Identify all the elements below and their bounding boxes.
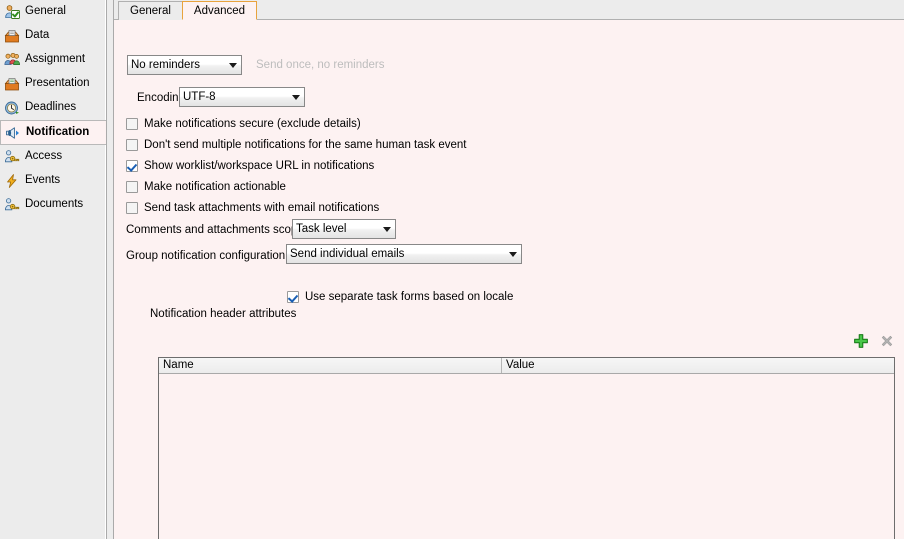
checkbox-row-no-multiple[interactable]: Don't send multiple notifications for th… — [126, 134, 466, 155]
checkbox-row-show-url[interactable]: Show worklist/workspace URL in notificat… — [126, 155, 466, 176]
encoding-value: UTF-8 — [183, 91, 216, 103]
column-header-value[interactable]: Value — [502, 358, 894, 373]
reminders-combo[interactable]: No reminders — [127, 55, 242, 75]
checkbox-label: Don't send multiple notifications for th… — [144, 138, 467, 151]
tab-general[interactable]: General — [118, 1, 183, 20]
advanced-panel: No reminders Send once, no reminders Enc… — [114, 20, 904, 539]
sidebar-item-data[interactable]: Data — [0, 24, 105, 48]
open-box-icon — [4, 28, 20, 44]
comments-scope-value: Task level — [296, 223, 347, 235]
group-notification-label: Group notification configuration: — [126, 250, 289, 262]
make-notification-actionable-checkbox[interactable] — [126, 180, 138, 193]
sidebar-item-label: Events — [25, 174, 61, 187]
send-task-attachments-checkbox[interactable] — [126, 201, 138, 214]
user-key-icon — [4, 149, 20, 165]
table-header-row: Name Value — [159, 358, 894, 374]
sidebar-item-label: Documents — [25, 198, 84, 211]
checkbox-row-attachments[interactable]: Send task attachments with email notific… — [126, 197, 466, 218]
sidebar-item-deadlines[interactable]: Deadlines — [0, 96, 105, 120]
clock-icon — [4, 100, 20, 116]
chevron-down-icon — [509, 251, 517, 257]
reminders-value: No reminders — [131, 59, 201, 71]
checkbox-label: Make notification actionable — [144, 180, 286, 193]
sidebar-item-assignment[interactable]: Assignment — [0, 48, 105, 72]
table-toolbar — [853, 333, 895, 349]
chevron-down-icon — [383, 226, 391, 232]
sidebar-item-label: Notification — [26, 125, 90, 138]
task-editor-window: General Data Assignment Presentation Dea… — [0, 0, 904, 539]
megaphone-icon — [5, 125, 21, 141]
comments-scope-combo[interactable]: Task level — [292, 219, 396, 239]
notification-header-attributes-label: Notification header attributes — [150, 308, 297, 320]
sidebar-item-events[interactable]: Events — [0, 169, 105, 193]
sidebar: General Data Assignment Presentation Dea… — [0, 0, 106, 539]
sidebar-item-notification[interactable]: Notification — [0, 120, 106, 145]
checkbox-label: Show worklist/workspace URL in notificat… — [144, 159, 375, 172]
open-box-icon — [4, 76, 20, 92]
table-body[interactable] — [159, 374, 894, 539]
sidebar-splitter[interactable] — [106, 0, 114, 539]
lightning-icon — [4, 173, 20, 189]
checkbox-row-separate-forms[interactable]: Use separate task forms based on locale — [287, 286, 513, 307]
tab-advanced[interactable]: Advanced — [181, 1, 258, 20]
sidebar-item-access[interactable]: Access — [0, 145, 105, 169]
sidebar-item-label: Data — [25, 29, 50, 42]
dont-send-multiple-checkbox[interactable] — [126, 138, 138, 151]
use-separate-task-forms-checkbox[interactable] — [287, 290, 299, 303]
notification-header-attributes-table[interactable]: Name Value — [158, 357, 895, 539]
notification-options-group: Make notifications secure (exclude detai… — [126, 113, 466, 218]
show-worklist-url-checkbox[interactable] — [126, 159, 138, 172]
comments-scope-label: Comments and attachments scope — [126, 224, 304, 236]
reminders-hint: Send once, no reminders — [256, 59, 385, 71]
checkbox-label: Use separate task forms based on locale — [305, 290, 514, 303]
user-key-icon — [4, 197, 20, 213]
sidebar-item-label: Assignment — [25, 53, 86, 66]
plus-icon[interactable] — [853, 333, 869, 349]
user-check-icon — [4, 4, 20, 20]
chevron-down-icon — [229, 62, 237, 68]
sidebar-item-label: Deadlines — [25, 101, 77, 114]
sidebar-item-label: Access — [25, 150, 63, 163]
sidebar-item-label: General — [25, 5, 66, 18]
people-group-icon — [4, 52, 20, 68]
encoding-combo[interactable]: UTF-8 — [179, 87, 305, 107]
content-area: General Advanced No reminders Send once,… — [114, 0, 904, 539]
sidebar-item-label: Presentation — [25, 77, 90, 90]
sidebar-item-general[interactable]: General — [0, 0, 105, 24]
checkbox-label: Make notifications secure (exclude detai… — [144, 117, 361, 130]
sidebar-item-presentation[interactable]: Presentation — [0, 72, 105, 96]
group-notification-combo[interactable]: Send individual emails — [286, 244, 522, 264]
make-notifications-secure-checkbox[interactable] — [126, 117, 138, 130]
checkbox-label: Send task attachments with email notific… — [144, 201, 380, 214]
tab-bar: General Advanced — [114, 0, 904, 20]
checkbox-row-secure[interactable]: Make notifications secure (exclude detai… — [126, 113, 466, 134]
checkbox-row-actionable[interactable]: Make notification actionable — [126, 176, 466, 197]
sidebar-item-documents[interactable]: Documents — [0, 193, 105, 217]
column-header-name[interactable]: Name — [159, 358, 502, 373]
x-icon[interactable] — [879, 333, 895, 349]
chevron-down-icon — [292, 94, 300, 100]
group-notification-value: Send individual emails — [290, 248, 405, 260]
